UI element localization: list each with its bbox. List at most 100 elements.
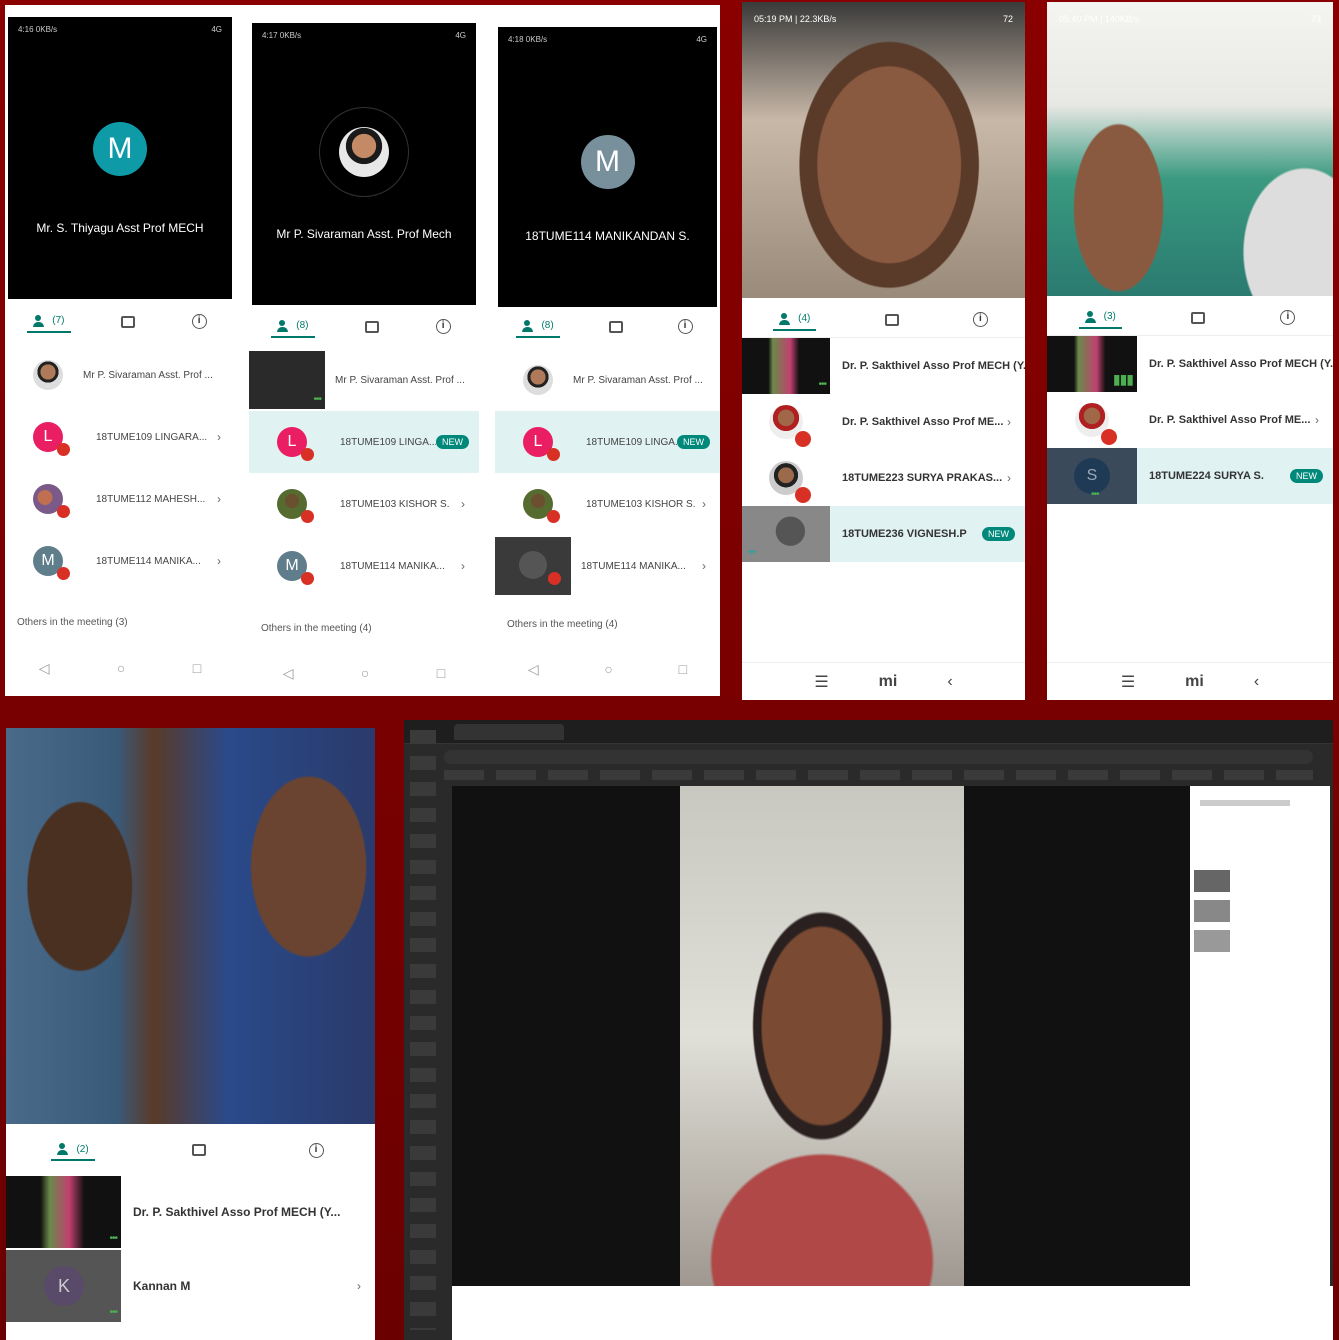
tab-people[interactable]: (8): [516, 316, 560, 338]
recents-icon[interactable]: □: [437, 665, 445, 682]
participant-row[interactable]: •ı• 18TUME236 VIGNESH.P NEW: [742, 506, 1025, 562]
people-count: (7): [52, 315, 65, 326]
chevron-right-icon[interactable]: ›: [702, 559, 706, 573]
participant-name: Kannan M: [133, 1279, 191, 1293]
participant-row[interactable]: M 18TUME114 MANIKA... ›: [249, 535, 479, 597]
chevron-right-icon[interactable]: ›: [1007, 415, 1011, 429]
info-icon: i: [191, 314, 207, 329]
participant-row[interactable]: L 18TUME109 LINGA... NEW: [249, 411, 479, 473]
browser-address-bar[interactable]: [444, 750, 1313, 764]
participant-row[interactable]: Mr P. Sivaraman Asst. Prof ...: [5, 344, 235, 406]
sidebar-header: [1200, 800, 1290, 806]
browser-tab[interactable]: [454, 724, 564, 740]
chevron-right-icon[interactable]: ›: [702, 497, 706, 511]
mic-off-icon: [547, 447, 560, 461]
participant-row[interactable]: ••• Dr. P. Sakthivel Asso Prof MECH (Y..…: [6, 1176, 375, 1248]
status-bar: 05:40 PM | 140KB/s 73: [1059, 14, 1321, 24]
people-count: (4): [798, 313, 811, 324]
more-icon[interactable]: •••: [818, 379, 826, 390]
participant-row[interactable]: ▮▮▮ Dr. P. Sakthivel Asso Prof MECH (Y..…: [1047, 336, 1333, 392]
participant-name: 18TUME114 MANIKA...: [340, 560, 445, 572]
home-icon[interactable]: mi: [1185, 673, 1204, 691]
others-in-meeting[interactable]: Others in the meeting (4): [261, 623, 372, 634]
tab-chat[interactable]: [115, 312, 141, 332]
home-icon[interactable]: ○: [361, 665, 369, 682]
more-icon[interactable]: •••: [109, 1307, 117, 1318]
back-icon[interactable]: ‹: [1254, 673, 1259, 691]
sidebar-row[interactable]: [1194, 870, 1324, 892]
sidebar-row[interactable]: [1194, 900, 1324, 922]
participant-row[interactable]: L 18TUME109 LINGA... NEW: [495, 411, 720, 473]
android-nav: ◁ ○ □: [5, 660, 235, 677]
tab-chat[interactable]: [359, 317, 385, 337]
tab-info[interactable]: i: [967, 308, 994, 331]
participant-row[interactable]: 18TUME114 MANIKA... ›: [495, 535, 720, 597]
speaker-stage: 4:17 0KB/s 4G Mr P. Sivaraman Asst. Prof …: [252, 23, 476, 305]
recents-icon[interactable]: □: [193, 660, 201, 677]
participant-row[interactable]: 18TUME103 KISHOR S. ›: [495, 473, 720, 535]
menu-icon[interactable]: ☰: [814, 672, 828, 692]
chevron-right-icon[interactable]: ›: [217, 430, 221, 444]
participant-row[interactable]: Mr P. Sivaraman Asst. Prof ...: [495, 349, 720, 411]
tab-people[interactable]: (2): [51, 1139, 95, 1161]
tab-chat[interactable]: [1185, 308, 1211, 328]
chevron-right-icon[interactable]: ›: [217, 554, 221, 568]
home-icon[interactable]: ○: [604, 661, 612, 678]
participant-row[interactable]: ••• Mr P. Sivaraman Asst. Prof ...: [249, 349, 479, 411]
more-icon[interactable]: •••: [109, 1233, 117, 1244]
tab-info[interactable]: i: [1274, 306, 1301, 329]
chevron-right-icon[interactable]: ›: [357, 1279, 361, 1293]
home-icon[interactable]: mi: [879, 673, 898, 691]
tab-chat[interactable]: [603, 317, 629, 337]
participant-row[interactable]: S ••• 18TUME224 SURYA S. NEW: [1047, 448, 1333, 504]
chevron-right-icon[interactable]: ›: [461, 559, 465, 573]
tab-info[interactable]: i: [672, 315, 699, 338]
status-signal: 4G: [455, 31, 466, 40]
participant-row[interactable]: L 18TUME109 LINGARA... ›: [5, 406, 235, 468]
people-count: (8): [296, 320, 309, 331]
participant-row[interactable]: 18TUME223 SURYA PRAKAS... ›: [742, 450, 1025, 506]
others-in-meeting[interactable]: Others in the meeting (3): [17, 617, 128, 628]
more-icon[interactable]: •••: [1091, 489, 1099, 500]
tab-people[interactable]: (8): [271, 316, 315, 338]
tab-info[interactable]: i: [186, 310, 213, 333]
chevron-right-icon[interactable]: ›: [1315, 413, 1319, 427]
tab-chat[interactable]: [186, 1140, 212, 1160]
tab-people[interactable]: (4): [773, 309, 817, 331]
back-icon[interactable]: ‹: [947, 673, 952, 691]
mic-off-icon: [57, 504, 70, 518]
tab-chat[interactable]: [879, 310, 905, 330]
sidebar-row[interactable]: [1194, 930, 1324, 952]
participant-row[interactable]: ••• Dr. P. Sakthivel Asso Prof MECH (Y..…: [742, 338, 1025, 394]
tab-info[interactable]: i: [430, 315, 457, 338]
tab-people[interactable]: (3): [1078, 307, 1122, 329]
participant-row[interactable]: Dr. P. Sakthivel Asso Prof ME... ›: [1047, 392, 1333, 448]
info-icon: i: [972, 312, 988, 327]
chevron-right-icon[interactable]: ›: [461, 497, 465, 511]
back-icon[interactable]: ◁: [283, 665, 294, 682]
chevron-right-icon[interactable]: ›: [217, 492, 221, 506]
more-icon[interactable]: •••: [313, 394, 321, 405]
participant-row[interactable]: 18TUME112 MAHESH... ›: [5, 468, 235, 530]
screenshot-panel-2: 05:19 PM | 22.3KB/s 72 (4) i ••• Dr. P. S…: [742, 2, 1025, 700]
participant-row[interactable]: 18TUME103 KISHOR S. ›: [249, 473, 479, 535]
menu-icon[interactable]: ☰: [1121, 672, 1135, 692]
participant-row[interactable]: K ••• Kannan M ›: [6, 1250, 375, 1322]
home-icon[interactable]: ○: [117, 660, 125, 677]
recents-icon[interactable]: □: [679, 661, 687, 678]
screenshot-panel-1: 4:16 0KB/s 4G M Mr. S. Thiyagu Asst Prof …: [5, 5, 720, 696]
others-in-meeting[interactable]: Others in the meeting (4): [507, 619, 618, 630]
back-icon[interactable]: ◁: [528, 661, 539, 678]
back-icon[interactable]: ◁: [39, 660, 50, 677]
participant-row[interactable]: Dr. P. Sakthivel Asso Prof ME... ›: [742, 394, 1025, 450]
chevron-right-icon[interactable]: ›: [1007, 471, 1011, 485]
participant-name: 18TUME109 LINGA...: [340, 436, 436, 448]
tab-info[interactable]: i: [303, 1139, 330, 1162]
mic-off-icon: [301, 509, 314, 523]
tab-people[interactable]: (7): [27, 311, 71, 333]
participant-row[interactable]: M 18TUME114 MANIKA... ›: [5, 530, 235, 592]
bookmarks-bar: [444, 770, 1313, 780]
people-icon: [522, 319, 538, 332]
participant-photo: [1075, 403, 1117, 445]
participant-photo: [769, 461, 811, 503]
